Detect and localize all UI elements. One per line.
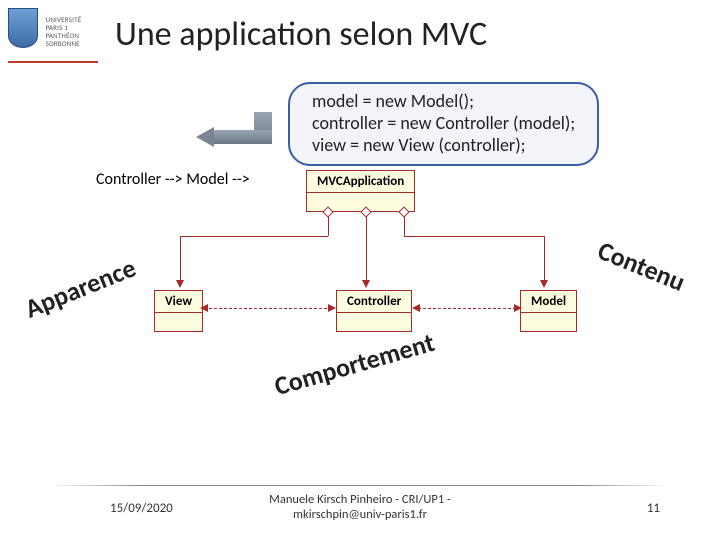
slide-title: Une application selon MVC	[115, 14, 487, 55]
uml-class-application: MVCApplication	[306, 170, 415, 212]
arrowhead-icon	[176, 280, 184, 288]
footer-divider	[50, 485, 670, 486]
uml-class-name: MVCApplication	[307, 171, 414, 193]
code-line: controller = new Controller (model);	[312, 112, 575, 134]
arrowhead-icon	[200, 304, 208, 312]
arrowhead-icon	[540, 280, 548, 288]
callout-arrow-icon	[212, 112, 272, 144]
arrowhead-icon	[412, 304, 420, 312]
code-callout: model = new Model(); controller = new Co…	[288, 82, 599, 166]
arrowhead-icon	[362, 280, 370, 288]
university-logo: UNIVERSITÉ PARIS 1 PANTHÉON SORBONNE	[8, 8, 98, 63]
uml-class-model: Model	[520, 290, 577, 332]
arrowhead-icon	[514, 304, 522, 312]
uml-class-name: View	[155, 291, 202, 313]
uml-diagram: MVCApplication View Controller Model Con…	[96, 170, 636, 370]
arrowhead-icon	[328, 304, 336, 312]
dashed-connector	[204, 308, 332, 309]
uml-class-view: View	[154, 290, 203, 332]
code-line: view = new View (controller);	[312, 134, 575, 156]
footer-page-number: 11	[647, 501, 660, 516]
logo-line: SORBONNE	[46, 39, 80, 48]
logo-text: UNIVERSITÉ PARIS 1 PANTHÉON SORBONNE	[46, 16, 82, 48]
footer-author-line: mkirschpin@univ-paris1.fr	[293, 507, 427, 522]
dashed-connector	[418, 308, 516, 309]
crest-icon	[8, 8, 38, 48]
code-line: model = new Model();	[312, 90, 575, 112]
uml-class-name: Controller	[337, 291, 411, 313]
footer-author-line: Manuele Kirsch Pinheiro - CRI/UP1 -	[269, 492, 451, 507]
uml-class-controller: Controller	[336, 290, 412, 332]
footer-author: Manuele Kirsch Pinheiro - CRI/UP1 - mkir…	[0, 492, 720, 522]
uml-class-name: Model	[521, 291, 576, 313]
